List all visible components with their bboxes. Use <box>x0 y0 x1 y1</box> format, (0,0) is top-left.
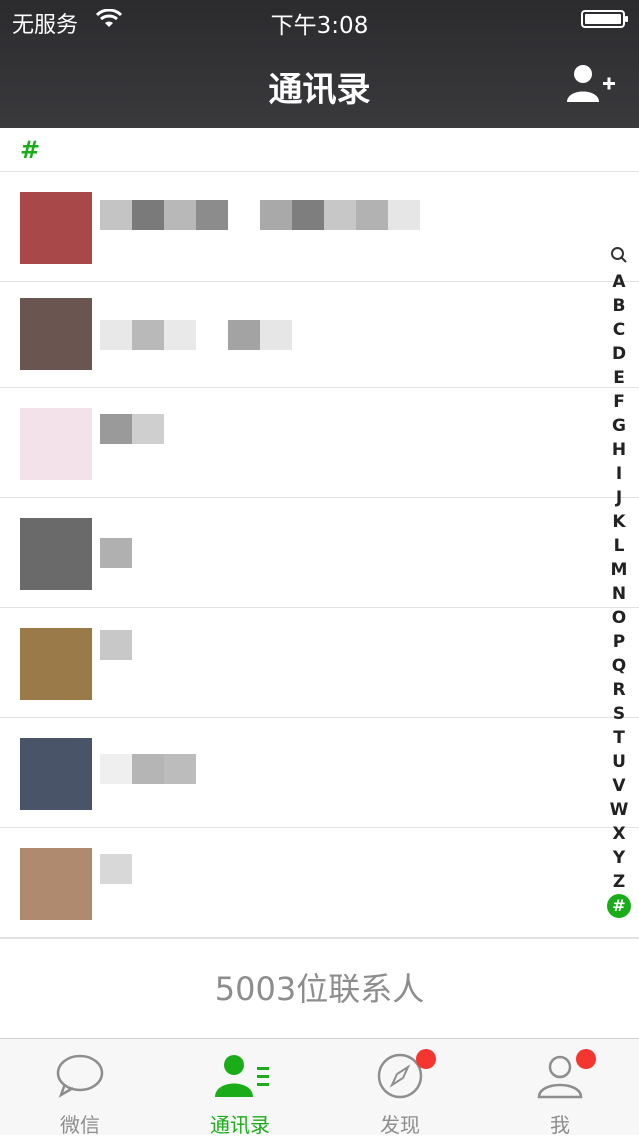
index-letter[interactable]: W <box>605 798 633 822</box>
tab-contacts[interactable]: 通讯录 <box>160 1039 320 1137</box>
index-letter[interactable]: L <box>605 534 633 558</box>
section-header: # <box>0 128 639 172</box>
index-letter[interactable]: J <box>605 486 633 510</box>
contacts-icon <box>215 1055 269 1097</box>
avatar <box>20 628 92 700</box>
index-letter[interactable]: I <box>605 462 633 486</box>
contact-name-obscured <box>100 754 196 784</box>
clock: 下午3:08 <box>270 13 369 39</box>
avatar <box>20 848 92 920</box>
page-title: 通讯录 <box>268 70 371 110</box>
index-letter[interactable]: H <box>605 438 633 462</box>
index-letter[interactable]: F <box>605 390 633 414</box>
alphabet-index[interactable]: A B C D E F G H I J K L M N O P Q R S T … <box>605 246 633 918</box>
index-letter[interactable]: R <box>605 678 633 702</box>
avatar <box>20 298 92 370</box>
avatar <box>20 518 92 590</box>
badge-dot <box>416 1049 436 1069</box>
index-letter[interactable]: P <box>605 630 633 654</box>
contact-count: 5003位联系人 <box>0 938 639 1039</box>
badge-dot <box>576 1049 596 1069</box>
index-letter[interactable]: V <box>605 774 633 798</box>
top-bar: 无服务 下午3:08 通讯录 <box>0 0 639 128</box>
contact-name-obscured <box>100 630 132 660</box>
index-letter[interactable]: T <box>605 726 633 750</box>
list-item[interactable] <box>0 498 639 608</box>
index-letter[interactable]: S <box>605 702 633 726</box>
list-item[interactable] <box>0 172 639 282</box>
index-letter[interactable]: G <box>605 414 633 438</box>
list-item[interactable] <box>0 388 639 498</box>
list-item[interactable] <box>0 718 639 828</box>
status-bar: 无服务 下午3:08 <box>0 0 639 40</box>
tab-label: 我 <box>550 1113 570 1137</box>
contact-name-obscured <box>100 414 164 444</box>
index-letter[interactable]: D <box>605 342 633 366</box>
tab-label: 微信 <box>60 1113 100 1137</box>
contact-name-obscured <box>100 538 132 568</box>
tab-me[interactable]: 我 <box>480 1039 639 1137</box>
add-contact-icon[interactable] <box>565 62 617 106</box>
list-item[interactable] <box>0 828 639 938</box>
index-letter[interactable]: X <box>605 822 633 846</box>
contact-name-obscured <box>100 320 292 350</box>
tab-bar: 微信 通讯录 发现 我 <box>0 1038 639 1137</box>
index-letter[interactable]: U <box>605 750 633 774</box>
list-item[interactable] <box>0 278 639 388</box>
index-search-icon[interactable] <box>605 246 633 270</box>
index-letter[interactable]: E <box>605 366 633 390</box>
index-letter[interactable]: K <box>605 510 633 534</box>
avatar <box>20 738 92 810</box>
contact-name-obscured <box>100 854 132 884</box>
index-letter-hash[interactable]: # <box>607 894 631 918</box>
tab-label: 通讯录 <box>210 1113 270 1137</box>
index-letter[interactable]: O <box>605 606 633 630</box>
index-letter[interactable]: N <box>605 582 633 606</box>
contact-name-obscured <box>100 200 420 230</box>
avatar <box>20 192 92 264</box>
index-letter[interactable]: Q <box>605 654 633 678</box>
index-letter[interactable]: B <box>605 294 633 318</box>
index-letter[interactable]: C <box>605 318 633 342</box>
tab-discover[interactable]: 发现 <box>320 1039 480 1137</box>
index-letter[interactable]: Z <box>605 870 633 894</box>
tab-wechat[interactable]: 微信 <box>0 1039 160 1137</box>
list-item[interactable] <box>0 608 639 718</box>
chat-icon <box>56 1054 104 1098</box>
avatar <box>20 408 92 480</box>
index-letter[interactable]: A <box>605 270 633 294</box>
battery-icon <box>581 10 628 28</box>
index-letter[interactable]: Y <box>605 846 633 870</box>
index-letter[interactable]: M <box>605 558 633 582</box>
tab-label: 发现 <box>380 1113 420 1137</box>
section-header-label: # <box>20 136 41 164</box>
